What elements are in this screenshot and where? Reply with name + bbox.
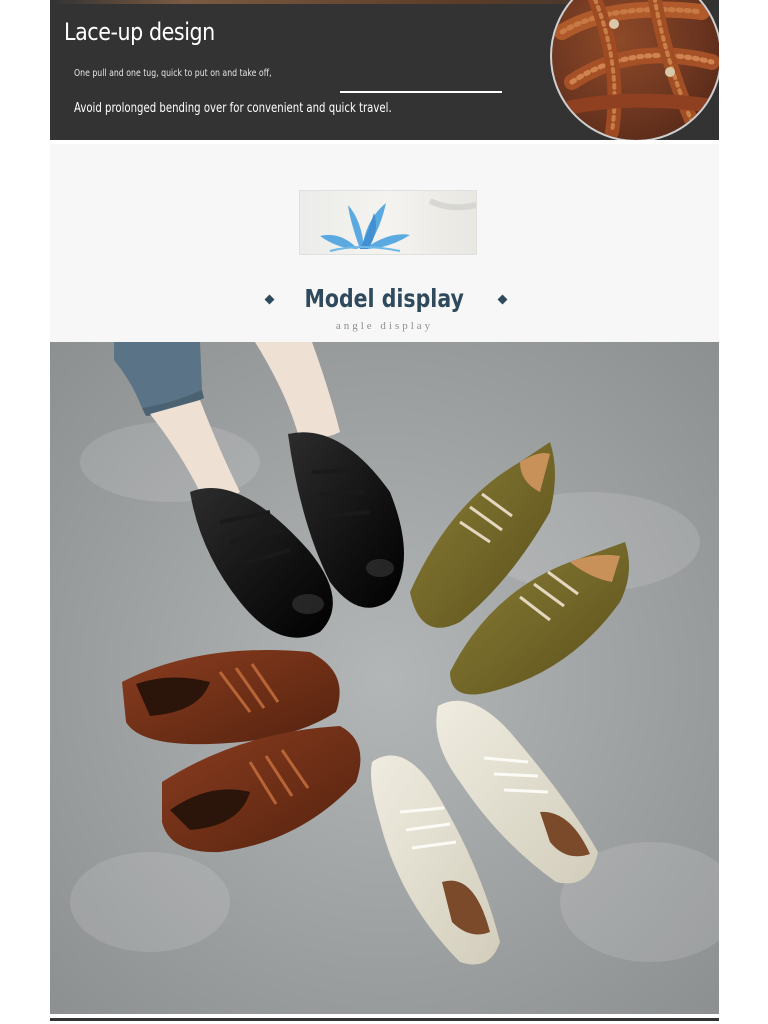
bottom-divider [50, 1018, 719, 1021]
section-subtitle: angle display [335, 320, 434, 332]
banner-description-line1: One pull and one tug, quick to put on an… [74, 68, 272, 79]
section-title: Model display [304, 284, 465, 313]
banner-divider [340, 91, 502, 93]
product-photo [50, 342, 719, 1014]
lotus-flower-image [299, 190, 477, 255]
model-display-header: Model display angle display [50, 144, 719, 342]
banner-description-line2: Avoid prolonged bending over for conveni… [74, 101, 392, 116]
feature-banner: Lace-up design One pull and one tug, qui… [50, 0, 719, 140]
banner-title: Lace-up design [64, 18, 215, 46]
lace-detail-image [550, 0, 719, 140]
